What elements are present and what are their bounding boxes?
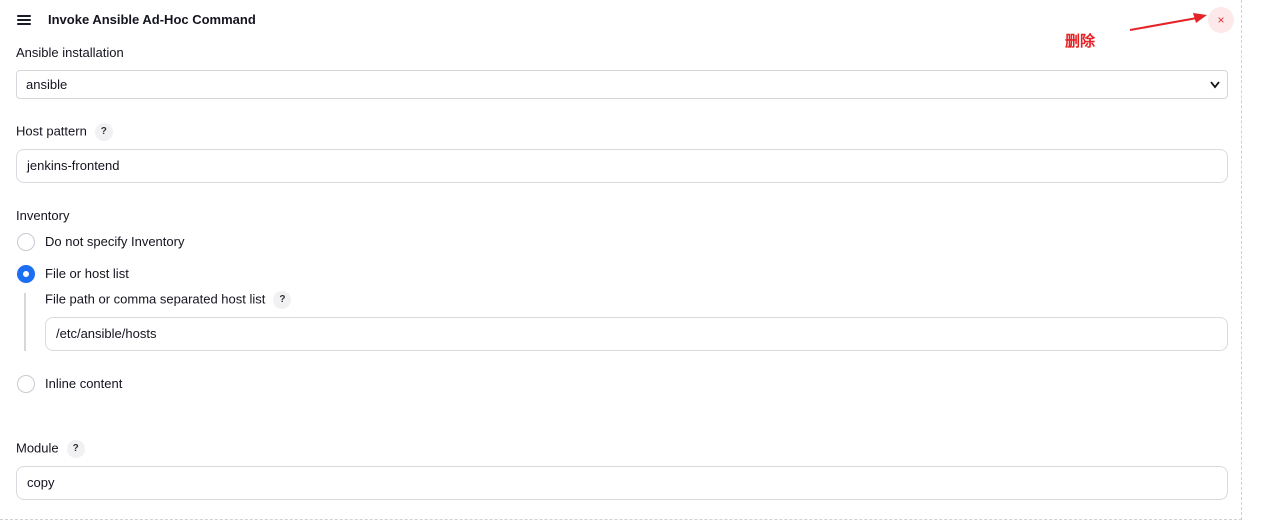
step-title: Invoke Ansible Ad-Hoc Command xyxy=(48,12,256,27)
file-path-label-row: File path or comma separated host list? xyxy=(45,291,292,309)
host-pattern-label-row: Host pattern? xyxy=(16,123,113,141)
radio-no-inventory[interactable] xyxy=(17,233,35,251)
drag-handle-icon[interactable] xyxy=(17,15,31,25)
module-label-row: Module? xyxy=(16,440,85,458)
radio-inline-content-label[interactable]: Inline content xyxy=(45,376,122,391)
inventory-label: Inventory xyxy=(16,208,70,223)
host-pattern-label: Host pattern xyxy=(16,123,87,139)
file-path-help-icon[interactable]: ? xyxy=(273,291,292,309)
ansible-installation-select[interactable]: ansible xyxy=(16,70,1228,99)
radio-inline-content[interactable] xyxy=(17,375,35,393)
host-pattern-help-icon[interactable]: ? xyxy=(94,123,113,141)
ansible-installation-value: ansible xyxy=(26,77,68,92)
radio-no-inventory-label[interactable]: Do not specify Inventory xyxy=(45,234,184,249)
module-label: Module xyxy=(16,440,59,456)
annotation-arrow-icon xyxy=(1129,13,1207,31)
module-help-icon[interactable]: ? xyxy=(66,440,85,458)
chevron-down-icon xyxy=(1209,72,1221,109)
radio-file-or-host-list-label[interactable]: File or host list xyxy=(45,266,129,281)
host-pattern-input[interactable]: jenkins-frontend xyxy=(16,149,1228,183)
build-step-panel: Invoke Ansible Ad-Hoc Command 删除 × Ansib… xyxy=(0,0,1242,520)
ansible-installation-label: Ansible installation xyxy=(16,45,124,60)
file-path-label: File path or comma separated host list xyxy=(45,291,266,307)
file-path-input[interactable]: /etc/ansible/hosts xyxy=(45,317,1228,351)
nested-section-divider xyxy=(24,293,26,351)
radio-file-or-host-list[interactable] xyxy=(17,265,35,283)
annotation-label: 删除 xyxy=(1065,33,1096,50)
module-input[interactable]: copy xyxy=(16,466,1228,500)
delete-button[interactable]: × xyxy=(1208,7,1234,33)
